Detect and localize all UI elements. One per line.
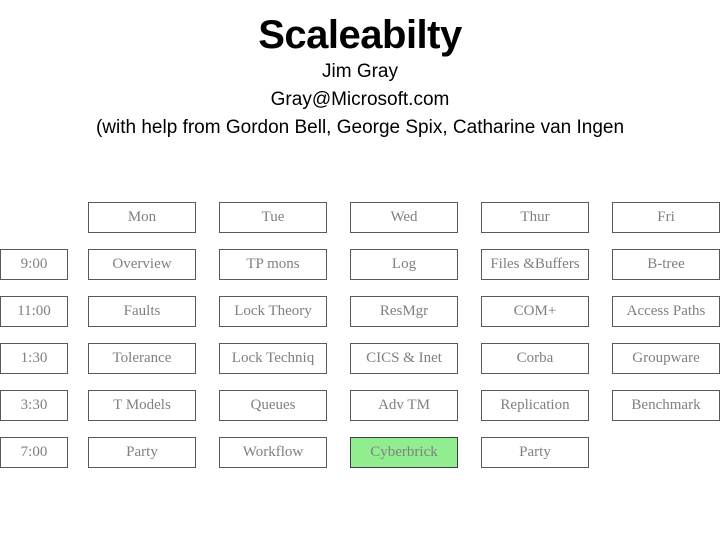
table-row: 9:00 Overview TP mons Log Files &Buffers… [0, 249, 720, 280]
schedule-header-row: Mon Tue Wed Thur Fri [0, 202, 720, 233]
session-cell-mon-2[interactable]: Tolerance [88, 343, 196, 374]
session-cell-thur-4[interactable]: Party [481, 437, 589, 468]
time-label-2: 1:30 [0, 343, 68, 374]
table-row: 3:30 T Models Queues Adv TM Replication … [0, 390, 720, 421]
session-cell-wed-3[interactable]: Adv TM [350, 390, 458, 421]
time-label-3: 3:30 [0, 390, 68, 421]
session-cell-tue-0[interactable]: TP mons [219, 249, 327, 280]
session-cell-mon-0[interactable]: Overview [88, 249, 196, 280]
day-header-tue: Tue [219, 202, 327, 233]
table-row: 7:00 Party Workflow Cyberbrick Party [0, 437, 720, 468]
author-email: Gray@Microsoft.com [270, 89, 450, 110]
page-title: Scaleabilty [258, 13, 462, 57]
time-label-4: 7:00 [0, 437, 68, 468]
table-row: 1:30 Tolerance Lock Techniq CICS & Inet … [0, 343, 720, 374]
session-cell-fri-3[interactable]: Benchmark [612, 390, 720, 421]
time-label-0: 9:00 [0, 249, 68, 280]
session-cell-thur-1[interactable]: COM+ [481, 296, 589, 327]
session-cell-thur-3[interactable]: Replication [481, 390, 589, 421]
table-row: 11:00 Faults Lock Theory ResMgr COM+ Acc… [0, 296, 720, 327]
session-cell-mon-4[interactable]: Party [88, 437, 196, 468]
session-cell-tue-2[interactable]: Lock Techniq [219, 343, 327, 374]
session-cell-fri-1[interactable]: Access Paths [612, 296, 720, 327]
session-cell-mon-3[interactable]: T Models [88, 390, 196, 421]
session-cell-wed-4-highlighted[interactable]: Cyberbrick [350, 437, 458, 468]
session-cell-thur-0[interactable]: Files &Buffers [481, 249, 589, 280]
session-cell-thur-2[interactable]: Corba [481, 343, 589, 374]
schedule-grid: Mon Tue Wed Thur Fri 9:00 Overview TP mo… [0, 202, 720, 484]
time-label-1: 11:00 [0, 296, 68, 327]
author-name: Jim Gray [322, 61, 398, 82]
session-cell-tue-1[interactable]: Lock Theory [219, 296, 327, 327]
session-cell-wed-1[interactable]: ResMgr [350, 296, 458, 327]
day-header-fri: Fri [612, 202, 720, 233]
session-cell-fri-4-empty [612, 437, 720, 468]
day-header-wed: Wed [350, 202, 458, 233]
session-cell-tue-3[interactable]: Queues [219, 390, 327, 421]
session-cell-mon-1[interactable]: Faults [88, 296, 196, 327]
session-cell-wed-2[interactable]: CICS & Inet [350, 343, 458, 374]
session-cell-fri-0[interactable]: B-tree [612, 249, 720, 280]
acknowledgements: (with help from Gordon Bell, George Spix… [95, 117, 625, 138]
title-block: Scaleabilty Jim Gray Gray@Microsoft.com … [0, 12, 720, 142]
session-cell-wed-0[interactable]: Log [350, 249, 458, 280]
schedule-corner-cell [0, 202, 68, 233]
day-header-thur: Thur [481, 202, 589, 233]
session-cell-fri-2[interactable]: Groupware [612, 343, 720, 374]
day-header-mon: Mon [88, 202, 196, 233]
session-cell-tue-4[interactable]: Workflow [219, 437, 327, 468]
